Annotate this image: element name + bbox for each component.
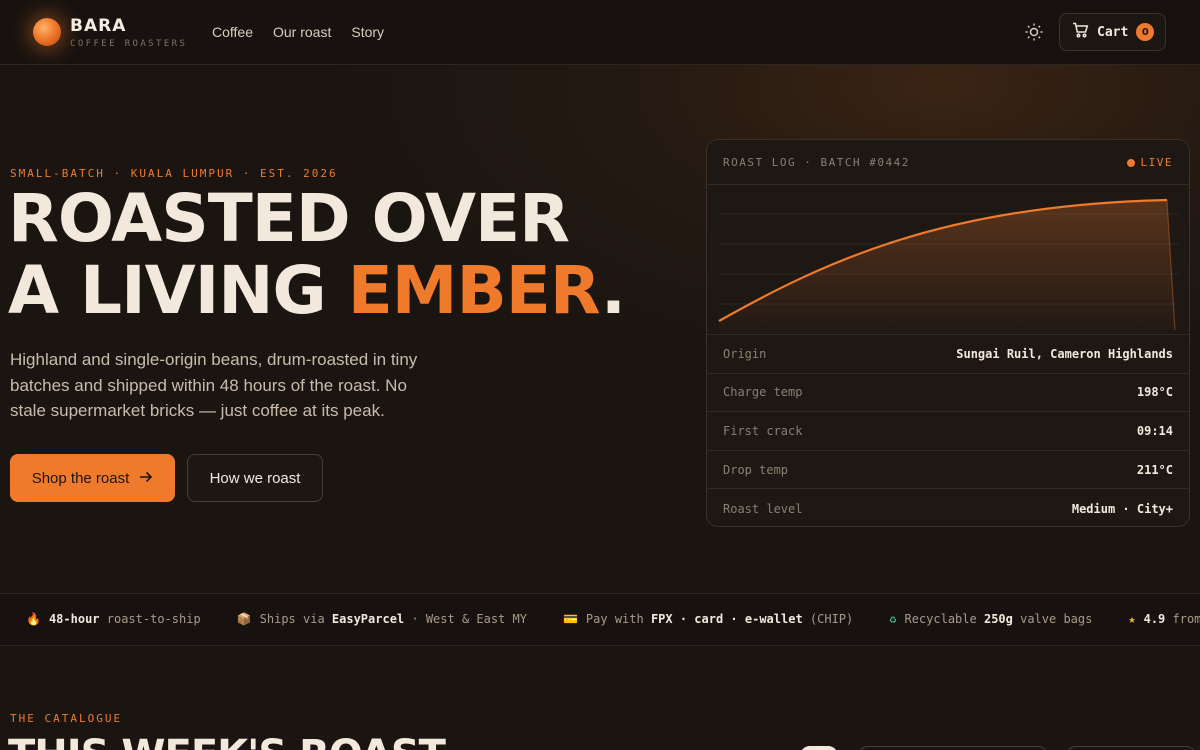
- ticker-item: 📦 Ships via EasyParcel · West & East MY: [237, 612, 527, 626]
- roast-row: Charge temp 198°C: [707, 374, 1189, 413]
- ticker-bold: 250g: [983, 612, 1013, 626]
- flame-icon: 🔥: [26, 612, 41, 626]
- roast-row: First crack 09:14: [707, 412, 1189, 451]
- main-nav: Coffee Our roast Story: [212, 24, 384, 40]
- live-indicator: LIVE: [1126, 156, 1174, 169]
- roast-row: Roast level Medium · City+: [707, 489, 1189, 526]
- roast-row-value: 09:14: [1136, 423, 1173, 438]
- roast-row-value: Medium · City+: [1071, 501, 1173, 516]
- brand-subtitle: COFFEE ROASTERS: [70, 39, 188, 49]
- hero-section: SMALL-BATCH · KUALA LUMPUR · EST. 2026 R…: [0, 65, 1200, 593]
- roast-row-label: Charge temp: [723, 385, 803, 400]
- cart-icon: [1072, 22, 1089, 42]
- nav-link-coffee[interactable]: Coffee: [212, 24, 253, 40]
- roast-row-value: 198°C: [1136, 385, 1173, 400]
- site-header: BARA COFFEE ROASTERS Coffee Our roast St…: [0, 0, 1200, 65]
- ticker-bold: FPX · card · e-wallet: [650, 612, 803, 626]
- roast-log-title: ROAST LOG · BATCH #0442: [723, 156, 910, 169]
- live-label: LIVE: [1140, 156, 1173, 169]
- logo-ember-icon[interactable]: [33, 18, 61, 46]
- brand-name[interactable]: BARA: [70, 16, 126, 36]
- roast-curve-chart: [707, 185, 1189, 335]
- catalogue-filter-pill[interactable]: [800, 746, 838, 750]
- recycle-icon: ♻: [889, 612, 897, 626]
- ticker-pre: Recyclable: [904, 612, 984, 626]
- ticker-text: valve bags: [1012, 612, 1093, 626]
- ticker-item: 💳 Pay with FPX · card · e-wallet (CHIP): [563, 612, 853, 626]
- nav-link-our-roast[interactable]: Our roast: [273, 24, 331, 40]
- nav-link-story[interactable]: Story: [351, 24, 384, 40]
- catalogue-eyebrow: THE CATALOGUE: [10, 712, 123, 725]
- theme-toggle-sun-icon[interactable]: [1024, 22, 1044, 42]
- catalogue-filter-pill[interactable]: [1066, 746, 1196, 750]
- roast-row-label: First crack: [723, 423, 803, 438]
- ticker-pre: Pay with: [585, 612, 651, 626]
- card-icon: 💳: [562, 612, 578, 626]
- box-icon: 📦: [236, 612, 252, 626]
- ticker-pre: Ships via: [259, 612, 332, 626]
- ticker-item: ♻ Recyclable 250g valve bags: [889, 612, 1092, 626]
- info-ticker: 🔥 48-hour roast-to-ship 📦 Ships via Easy…: [0, 593, 1200, 646]
- hero-lead: Highland and single-origin beans, drum-r…: [10, 350, 418, 420]
- roast-details: Origin Sungai Ruil, Cameron Highlands Ch…: [707, 335, 1189, 526]
- ticker-text: roast-to-ship: [99, 612, 201, 626]
- shop-the-roast-button[interactable]: Shop the roast: [10, 454, 175, 502]
- roast-row: Drop temp 211°C: [707, 451, 1189, 490]
- shop-the-roast-label: Shop the roast: [31, 469, 130, 487]
- ticker-text: from 3: [1172, 612, 1200, 626]
- roast-curve-area: [719, 200, 1175, 330]
- live-dot-icon: [1126, 158, 1135, 167]
- cart-button[interactable]: Cart 0: [1059, 13, 1166, 51]
- ticker-bold: EasyParcel: [331, 612, 405, 626]
- ticker-text: (CHIP): [802, 612, 854, 626]
- roast-row-value: Sungai Ruil, Cameron Highlands: [956, 346, 1173, 361]
- hero-headline: ROASTED OVER A LIVING EMBER.: [8, 180, 626, 329]
- catalogue-filter-pill[interactable]: [858, 746, 1048, 750]
- headline-accent: EMBER: [347, 252, 602, 329]
- headline-line-1: ROASTED OVER: [8, 180, 570, 257]
- star-icon: ★: [1128, 612, 1136, 626]
- ticker-bold: 4.9: [1143, 612, 1166, 626]
- headline-period: .: [600, 252, 626, 329]
- roast-row-value: 211°C: [1136, 462, 1173, 477]
- hero-eyebrow: SMALL-BATCH · KUALA LUMPUR · EST. 2026: [10, 167, 338, 180]
- roast-row-label: Origin: [723, 346, 767, 361]
- roast-row-label: Roast level: [723, 501, 803, 516]
- cart-count-badge: 0: [1136, 23, 1155, 41]
- ticker-item: 🔥 48-hour roast-to-ship: [26, 612, 201, 626]
- roast-row-label: Drop temp: [723, 462, 789, 477]
- ticker-bold: 48-hour: [48, 612, 100, 626]
- catalogue-title: THIS WEEK'S ROAST: [8, 732, 446, 750]
- roast-log-card: ROAST LOG · BATCH #0442 LIVE Origin Sung…: [706, 139, 1190, 527]
- roast-curve-svg: [718, 198, 1179, 331]
- cart-label: Cart: [1097, 24, 1129, 40]
- ticker-text: · West & East MY: [404, 612, 527, 626]
- ticker-item: ★ 4.9 from 3: [1128, 612, 1200, 626]
- roast-row: Origin Sungai Ruil, Cameron Highlands: [707, 335, 1189, 374]
- headline-line-2: A LIVING: [8, 252, 348, 329]
- how-we-roast-button[interactable]: How we roast: [187, 454, 323, 502]
- roast-log-header: ROAST LOG · BATCH #0442 LIVE: [707, 140, 1189, 185]
- arrow-right-icon: [139, 470, 153, 487]
